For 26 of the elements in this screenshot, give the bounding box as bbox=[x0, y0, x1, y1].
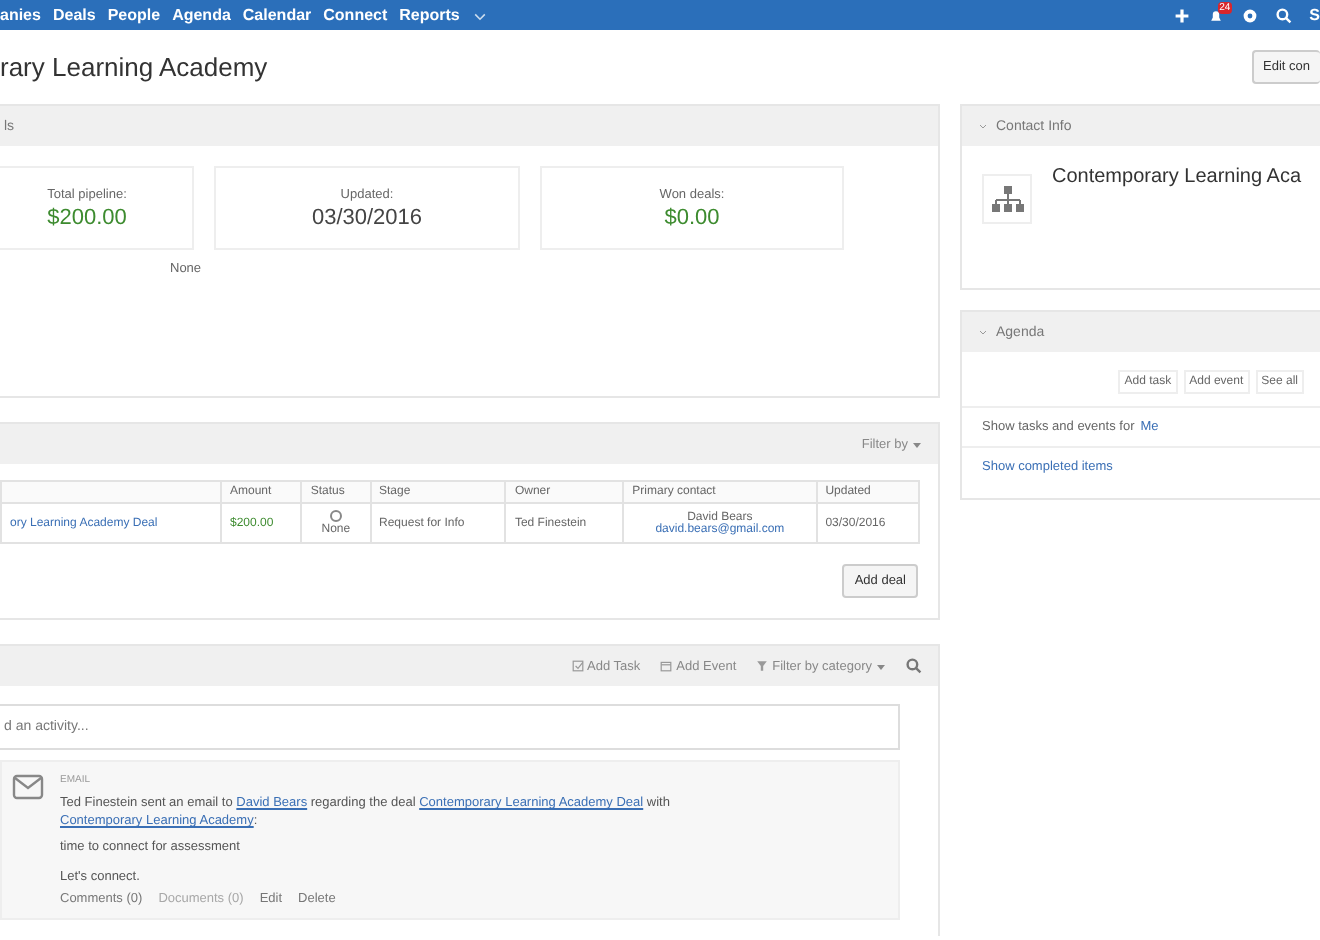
calendar-icon bbox=[660, 660, 673, 672]
envelope-icon bbox=[12, 774, 44, 800]
nav-link[interactable]: People bbox=[107, 6, 161, 24]
status-radio[interactable] bbox=[329, 510, 342, 522]
search-icon bbox=[906, 658, 922, 674]
plus-icon bbox=[1173, 7, 1190, 23]
organization-name: Contemporary Learning Aca bbox=[1052, 166, 1302, 188]
card-value: $0.00 bbox=[664, 205, 720, 229]
organization-icon bbox=[982, 174, 1032, 224]
nav-link[interactable]: Reports bbox=[399, 6, 460, 24]
card-value: $200.00 bbox=[47, 205, 127, 229]
nav-link[interactable]: anies bbox=[0, 6, 41, 24]
card-value: 03/30/2016 bbox=[311, 205, 423, 229]
nav-link[interactable]: S bbox=[1309, 6, 1320, 24]
checkbox-icon bbox=[571, 660, 584, 672]
bell-icon bbox=[1207, 7, 1224, 23]
settings-icon bbox=[1241, 7, 1258, 23]
search-icon bbox=[1275, 7, 1292, 23]
filter-icon bbox=[756, 660, 769, 672]
nav-link[interactable]: Connect bbox=[323, 6, 388, 24]
nav-link[interactable]: Calendar bbox=[242, 6, 312, 24]
nav-link[interactable]: Agenda bbox=[172, 6, 231, 24]
caret-icon bbox=[876, 661, 886, 671]
page-title: rary Learning Academy bbox=[0, 52, 268, 82]
caret-icon bbox=[912, 439, 922, 449]
nav-link[interactable]: Deals bbox=[52, 6, 96, 24]
